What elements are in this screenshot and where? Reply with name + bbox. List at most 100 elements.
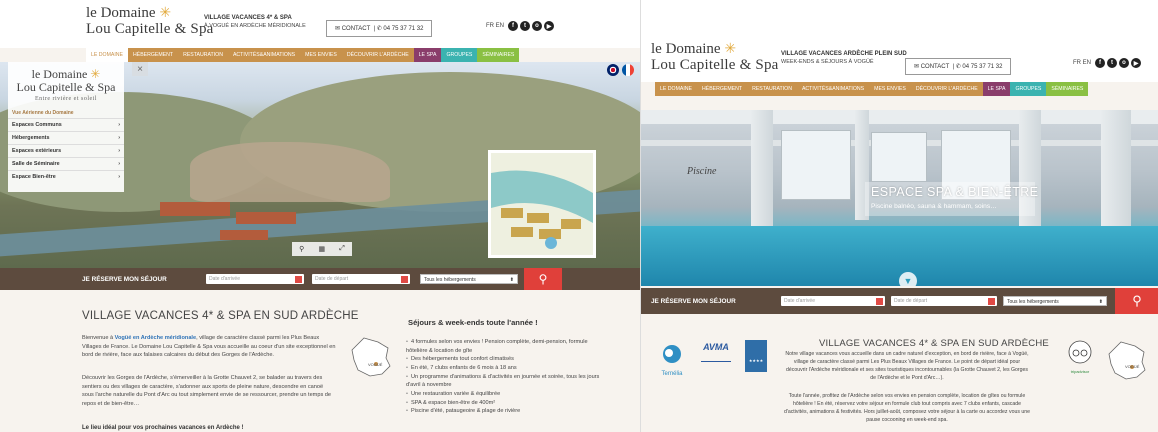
search-button[interactable]: ⚲: [524, 268, 562, 290]
side-menu-item[interactable]: Espaces Communs ›: [8, 118, 124, 131]
nav-decouvrir[interactable]: DÉCOUVRIR L'ARDÈCHE: [342, 48, 414, 62]
stars-icon: ★★★★: [748, 358, 764, 363]
calendar-icon[interactable]: [988, 298, 995, 305]
list-item-text: En été, 7 clubs enfants de 6 mois à 18 a…: [410, 364, 517, 371]
arrival-placeholder: Date d'arrivée: [209, 276, 240, 282]
list-item: SPA & espace bien-être de 400m²: [406, 399, 606, 408]
accommodation-select[interactable]: Tous les hébergements ⬍: [1003, 296, 1107, 306]
aerial-view-hero[interactable]: le Domaine ✳ Lou Capitelle & Spa Entre r…: [0, 62, 640, 268]
calendar-icon[interactable]: [876, 298, 883, 305]
scroll-down-icon[interactable]: ▼: [899, 272, 917, 286]
chevron-down-icon: ⬍: [509, 277, 514, 283]
tripadvisor-label: tripadvisor: [1070, 369, 1090, 374]
contact-button[interactable]: ✉ CONTACT | ✆ 04 75 37 71 32: [326, 20, 433, 37]
nav-groupes[interactable]: GROUPES: [1010, 82, 1047, 96]
spa-hero[interactable]: Piscine ESPACE SPA & BIEN-ÊTRE Piscine b…: [641, 110, 1158, 286]
avma-underline: [701, 352, 731, 362]
tagline: VILLAGE VACANCES 4* & SPA À VOGUÉ EN ARD…: [204, 14, 306, 30]
accommodation-select[interactable]: Tous les hébergements ⬍: [420, 274, 518, 284]
side-menu-item[interactable]: Espaces extérieurs ›: [8, 144, 124, 157]
arrival-date-input[interactable]: Date d'arrivée: [781, 296, 885, 306]
close-icon[interactable]: ×: [132, 62, 148, 76]
list-item: En été, 7 clubs enfants de 6 mois à 18 a…: [406, 364, 606, 373]
youtube-icon[interactable]: ▶: [544, 21, 554, 31]
nav-decouvrir[interactable]: DÉCOUVRIR L'ARDÈCHE: [911, 82, 983, 96]
list-item-text: Piscine d'été, pataugeoire & plage de ri…: [410, 408, 521, 415]
tripadvisor-icon[interactable]: o: [532, 21, 542, 31]
spa-banner-subtitle: Piscine balnéo, sauna & hammam, soins…: [871, 203, 997, 210]
site-logo[interactable]: le Domaine ✳ Lou Capitelle & Spa: [651, 41, 779, 74]
site-logo[interactable]: le Domaine ✳ Lou Capitelle & Spa: [86, 5, 214, 38]
nav-seminaires[interactable]: SÉMINAIRES: [1046, 82, 1089, 96]
facebook-icon[interactable]: f: [1095, 58, 1105, 68]
nav-activites[interactable]: ACTIVITÉS&ANIMATIONS: [797, 82, 869, 96]
facebook-icon[interactable]: f: [508, 21, 518, 31]
page-title: VILLAGE VACANCES 4* & SPA EN SUD ARDÈCHE: [819, 338, 1049, 349]
social-links: f t o ▶: [508, 21, 554, 31]
list-item: Un programme d'animations & d'activités …: [406, 373, 606, 390]
tagline-line1: VILLAGE VACANCES ARDÈCHE PLEIN SUD: [781, 51, 907, 57]
tripadvisor-icon[interactable]: o: [1119, 58, 1129, 68]
logo-line2: Lou Capitelle & Spa: [86, 20, 214, 37]
search-button[interactable]: ⚲: [1115, 288, 1158, 314]
booking-bar: JE RÉSERVE MON SÉJOUR Date d'arrivée Dat…: [641, 288, 1158, 314]
nav-le-domaine[interactable]: LE DOMAINE: [86, 48, 128, 62]
pillar: [1101, 110, 1131, 240]
side-menu-item-label: Espaces Communs: [12, 122, 62, 129]
side-menu-item[interactable]: Espace Bien-être ›: [8, 170, 124, 183]
list-item: Des hébergements tout confort climatisés: [406, 355, 606, 364]
chevron-right-icon: ›: [118, 174, 120, 181]
nav-activites[interactable]: ACTIVITÉS&ANIMATIONS: [228, 48, 300, 62]
france-map-icon: [351, 337, 391, 377]
nav-hebergement[interactable]: HÉBERGEMENT: [128, 48, 178, 62]
fr-flag-icon[interactable]: [622, 64, 634, 76]
departure-date-input[interactable]: Date de départ: [312, 274, 410, 284]
list-item-text: 4 formules selon vos envies ! Pension co…: [406, 339, 588, 354]
ternelia-logo: Ternélia: [655, 344, 689, 377]
spa-banner[interactable]: ESPACE SPA & BIEN-ÊTRE Piscine balnéo, s…: [865, 182, 1038, 216]
uk-flag-icon[interactable]: [607, 64, 619, 76]
offers-paragraph: Toute l'année, profitez de l'Ardèche sel…: [783, 393, 1031, 424]
domain-map-thumbnail[interactable]: [488, 150, 596, 258]
location-pin-icon[interactable]: ⚲: [299, 245, 304, 253]
side-menu-item[interactable]: Hébergements ›: [8, 131, 124, 144]
sun-icon: ✳: [724, 42, 737, 57]
nav-restauration[interactable]: RESTAURATION: [747, 82, 797, 96]
intro-text-a: Bienvenue à: [82, 335, 115, 341]
calendar-icon[interactable]: [295, 276, 302, 283]
booking-label: JE RÉSERVE MON SÉJOUR: [651, 298, 736, 305]
language-switch[interactable]: FR EN: [1073, 60, 1091, 66]
vogue-link[interactable]: Vogüé en Ardèche méridionale: [115, 335, 196, 341]
language-switch[interactable]: FR EN: [486, 23, 504, 29]
building-roof: [236, 212, 296, 224]
header: le Domaine ✳ Lou Capitelle & Spa VILLAGE…: [0, 0, 640, 48]
nav-hebergement[interactable]: HÉBERGEMENT: [697, 82, 747, 96]
nav-restauration[interactable]: RESTAURATION: [178, 48, 228, 62]
departure-date-input[interactable]: Date de départ: [891, 296, 997, 306]
list-item: 4 formules selon vos envies ! Pension co…: [406, 338, 606, 355]
expand-icon[interactable]: ⤢: [339, 245, 345, 253]
twitter-icon[interactable]: t: [520, 21, 530, 31]
nav-le-domaine[interactable]: LE DOMAINE: [655, 82, 697, 96]
nav-le-spa[interactable]: LE SPA: [982, 82, 1011, 96]
screenshot-home-aerial: le Domaine ✳ Lou Capitelle & Spa VILLAGE…: [0, 0, 640, 432]
youtube-icon[interactable]: ▶: [1131, 58, 1141, 68]
nav-seminaires[interactable]: SÉMINAIRES: [477, 48, 520, 62]
nav-groupes[interactable]: GROUPES: [441, 48, 478, 62]
chevron-down-icon: ⬍: [1098, 299, 1103, 305]
stays-title: Séjours & week-ends toute l'année !: [408, 318, 538, 327]
nav-le-spa[interactable]: LE SPA: [413, 48, 442, 62]
phone-icon: ✆: [955, 64, 961, 70]
side-logo-line1: le Domaine: [31, 67, 88, 81]
page-title: VILLAGE VACANCES 4* & SPA EN SUD ARDÈCHE: [82, 310, 359, 322]
social-links: f t o ▶: [1095, 58, 1141, 68]
contact-button[interactable]: ✉ CONTACT | ✆ 04 75 37 71 32: [905, 58, 1012, 75]
nav-mes-envies[interactable]: MES ENVIES: [300, 48, 342, 62]
tripadvisor-owl-icon: [1068, 340, 1092, 364]
nav-mes-envies[interactable]: MES ENVIES: [869, 82, 911, 96]
calendar-icon[interactable]: [401, 276, 408, 283]
twitter-icon[interactable]: t: [1107, 58, 1117, 68]
side-menu-item[interactable]: Salle de Séminaire ›: [8, 157, 124, 170]
arrival-date-input[interactable]: Date d'arrivée: [206, 274, 304, 284]
grid-icon[interactable]: ▦: [318, 245, 325, 253]
